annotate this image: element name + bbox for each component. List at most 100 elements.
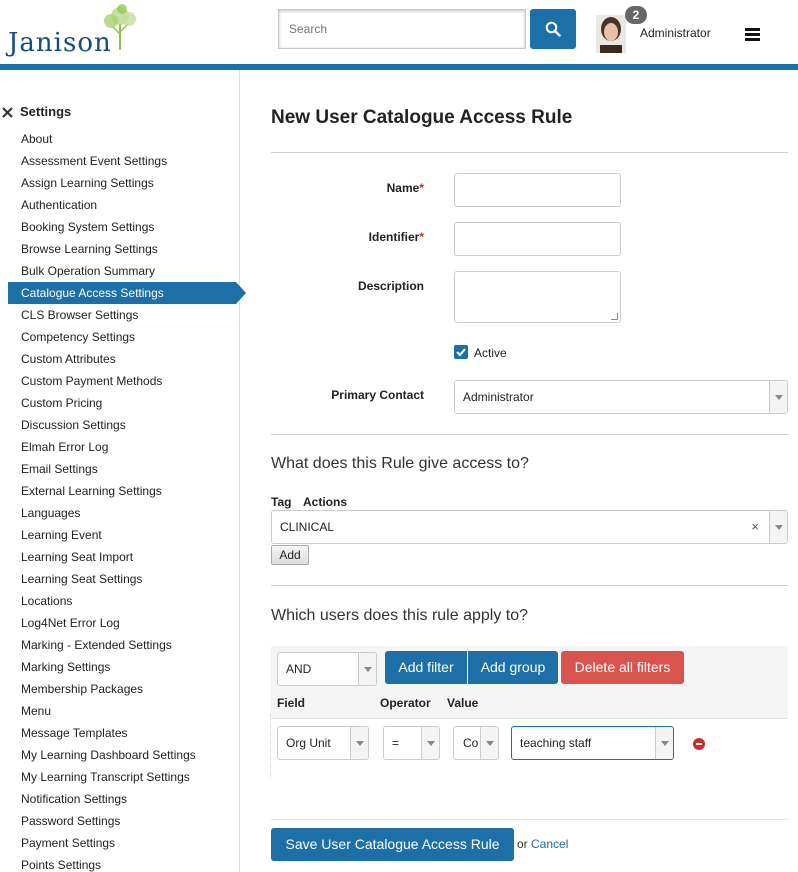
add-filter-button[interactable]: Add filter bbox=[385, 651, 467, 684]
field-value: Org Unit bbox=[286, 736, 331, 750]
value-type-select[interactable]: Co bbox=[453, 726, 499, 760]
chevron-down-icon bbox=[480, 727, 498, 759]
chevron-down-icon bbox=[769, 381, 787, 413]
logic-value: AND bbox=[286, 662, 312, 676]
sidebar-item-marking-extended-settings[interactable]: Marking - Extended Settings bbox=[8, 634, 240, 656]
operator-select[interactable]: = bbox=[383, 726, 440, 760]
sidebar-item-locations[interactable]: Locations bbox=[8, 590, 240, 612]
hamburger-menu-icon[interactable] bbox=[745, 28, 760, 41]
search-icon bbox=[545, 21, 561, 37]
add-group-button[interactable]: Add group bbox=[468, 651, 558, 684]
search-button[interactable] bbox=[530, 9, 576, 49]
sidebar-item-custom-pricing[interactable]: Custom Pricing bbox=[8, 392, 240, 414]
primary-contact-label: Primary Contact bbox=[331, 388, 424, 402]
name-field[interactable] bbox=[454, 173, 621, 207]
rule-connector bbox=[270, 714, 271, 778]
save-button[interactable]: Save User Catalogue Access Rule bbox=[271, 828, 514, 861]
sidebar-item-points-settings[interactable]: Points Settings bbox=[8, 854, 240, 872]
sidebar-item-elmah-error-log[interactable]: Elmah Error Log bbox=[8, 436, 240, 458]
description-field[interactable] bbox=[454, 271, 621, 323]
sidebar-title: Settings bbox=[2, 104, 71, 119]
sidebar-item-notification-settings[interactable]: Notification Settings bbox=[8, 788, 240, 810]
logic-select[interactable]: AND bbox=[277, 652, 377, 686]
value-column-header: Value bbox=[447, 696, 479, 710]
users-section-heading: Which users does this rule apply to? bbox=[271, 607, 529, 624]
primary-contact-value: Administrator bbox=[463, 390, 534, 404]
divider bbox=[271, 819, 788, 820]
chevron-down-icon bbox=[655, 727, 673, 759]
sidebar-item-learning-seat-settings[interactable]: Learning Seat Settings bbox=[8, 568, 240, 590]
search-input[interactable] bbox=[278, 9, 526, 49]
sidebar-item-custom-payment-methods[interactable]: Custom Payment Methods bbox=[8, 370, 240, 392]
chevron-down-icon bbox=[350, 727, 368, 759]
divider bbox=[271, 152, 788, 153]
sidebar-item-assign-learning-settings[interactable]: Assign Learning Settings bbox=[8, 172, 240, 194]
sidebar-title-label: Settings bbox=[20, 104, 72, 119]
value-select[interactable]: teaching staff bbox=[511, 726, 674, 760]
sidebar-item-authentication[interactable]: Authentication bbox=[8, 194, 240, 216]
chevron-down-icon bbox=[358, 653, 376, 685]
identifier-field[interactable] bbox=[454, 222, 621, 256]
avatar[interactable] bbox=[596, 15, 626, 53]
active-checkbox[interactable] bbox=[454, 345, 468, 359]
tag-value: CLINICAL bbox=[280, 520, 335, 534]
sidebar-item-browse-learning-settings[interactable]: Browse Learning Settings bbox=[8, 238, 240, 260]
sidebar-item-payment-settings[interactable]: Payment Settings bbox=[8, 832, 240, 854]
sidebar-item-password-settings[interactable]: Password Settings bbox=[8, 810, 240, 832]
sidebar-item-bulk-operation-summary[interactable]: Bulk Operation Summary bbox=[8, 260, 240, 282]
sidebar-item-my-learning-dashboard-settings[interactable]: My Learning Dashboard Settings bbox=[8, 744, 240, 766]
cancel-link[interactable]: Cancel bbox=[531, 837, 568, 851]
janison-logo[interactable]: Janison bbox=[8, 4, 138, 60]
delete-all-filters-button[interactable]: Delete all filters bbox=[561, 651, 684, 684]
notification-badge[interactable]: 2 bbox=[625, 6, 647, 24]
chevron-down-icon bbox=[769, 511, 787, 543]
sidebar-item-competency-settings[interactable]: Competency Settings bbox=[8, 326, 240, 348]
divider bbox=[271, 434, 788, 435]
tree-icon bbox=[104, 4, 136, 50]
user-name[interactable]: Administrator bbox=[640, 26, 711, 40]
sidebar-item-marking-settings[interactable]: Marking Settings bbox=[8, 656, 240, 678]
add-tag-button[interactable]: Add bbox=[271, 545, 309, 565]
sidebar-item-assessment-event-settings[interactable]: Assessment Event Settings bbox=[8, 150, 240, 172]
resize-handle-icon[interactable] bbox=[611, 313, 618, 320]
sidebar-item-cls-browser-settings[interactable]: CLS Browser Settings bbox=[8, 304, 240, 326]
tag-select[interactable]: CLINICAL × bbox=[271, 510, 788, 544]
sidebar-item-languages[interactable]: Languages bbox=[8, 502, 240, 524]
primary-contact-select[interactable]: Administrator bbox=[454, 380, 788, 414]
sidebar-item-email-settings[interactable]: Email Settings bbox=[8, 458, 240, 480]
sidebar-item-menu[interactable]: Menu bbox=[8, 700, 240, 722]
sidebar-item-custom-attributes[interactable]: Custom Attributes bbox=[8, 348, 240, 370]
sidebar-item-booking-system-settings[interactable]: Booking System Settings bbox=[8, 216, 240, 238]
sidebar-item-learning-event[interactable]: Learning Event bbox=[8, 524, 240, 546]
sidebar-item-external-learning-settings[interactable]: External Learning Settings bbox=[8, 480, 240, 502]
name-label: Name* bbox=[386, 181, 424, 195]
sidebar-item-message-templates[interactable]: Message Templates bbox=[8, 722, 240, 744]
logo-text: Janison bbox=[8, 28, 112, 58]
field-select[interactable]: Org Unit bbox=[277, 726, 369, 760]
settings-nav: About Assessment Event Settings Assign L… bbox=[8, 128, 246, 872]
description-label: Description bbox=[357, 279, 424, 293]
actions-column-header: Actions bbox=[303, 495, 348, 509]
checkmark-icon bbox=[456, 348, 466, 357]
field-column-header: Field bbox=[277, 696, 306, 710]
sidebar-item-membership-packages[interactable]: Membership Packages bbox=[8, 678, 240, 700]
chevron-down-icon bbox=[421, 727, 439, 759]
page-title: New User Catalogue Access Rule bbox=[271, 107, 573, 128]
clear-icon[interactable]: × bbox=[751, 511, 759, 543]
tag-column-header: Tag bbox=[271, 495, 292, 509]
header: Janison 2 Administrator bbox=[0, 0, 798, 64]
sidebar-item-learning-seat-import[interactable]: Learning Seat Import bbox=[8, 546, 240, 568]
sidebar-item-discussion-settings[interactable]: Discussion Settings bbox=[8, 414, 240, 436]
sidebar-item-my-learning-transcript-settings[interactable]: My Learning Transcript Settings bbox=[8, 766, 240, 788]
remove-filter-icon[interactable] bbox=[693, 738, 705, 750]
divider bbox=[271, 585, 788, 586]
value-type-value: Co bbox=[463, 736, 479, 750]
identifier-label: Identifier* bbox=[368, 230, 424, 244]
sidebar-item-about[interactable]: About bbox=[8, 128, 240, 150]
sidebar-item-log4net-error-log[interactable]: Log4Net Error Log bbox=[8, 612, 240, 634]
active-label: Active bbox=[474, 346, 507, 360]
value-value: teaching staff bbox=[520, 736, 592, 750]
wrench-icon bbox=[2, 106, 13, 118]
operator-value: = bbox=[392, 736, 400, 750]
sidebar-item-catalogue-access-settings[interactable]: Catalogue Access Settings bbox=[8, 282, 246, 304]
